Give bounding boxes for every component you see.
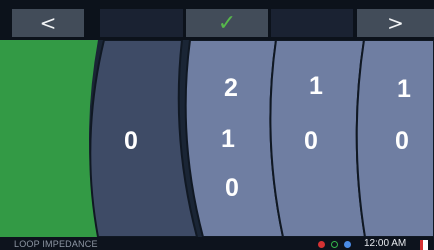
wheel-2-selected-digit: 1 [221, 125, 235, 153]
wheel-3-digit-above: 1 [309, 72, 323, 100]
wheel-4-digit-above: 1 [397, 75, 411, 103]
status-bar: LOOP IMPEDANCE 12:00 AM [0, 237, 434, 250]
next-button[interactable]: > [357, 9, 434, 37]
top-toolbar: < ✓ > [0, 0, 434, 40]
status-red-icon [318, 241, 325, 248]
screen-title: LOOP IMPEDANCE [14, 239, 98, 249]
confirm-button[interactable]: ✓ [186, 9, 268, 37]
wheel-1-selected-digit: 0 [124, 127, 138, 155]
status-green-icon [331, 240, 338, 248]
status-blue-icon [344, 241, 351, 248]
digit-wheel-panel: 0 2 1 0 1 0 1 0 [0, 40, 434, 237]
green-side-panel [0, 40, 98, 237]
checkmark-icon: ✓ [217, 10, 237, 36]
wheel-3-selected-digit: 0 [304, 127, 318, 155]
previous-button[interactable]: < [12, 9, 84, 37]
chevron-right-icon: > [387, 11, 404, 35]
wheel-4-selected-digit: 0 [395, 127, 409, 155]
toolbar-blank-button-right[interactable] [271, 9, 353, 37]
toolbar-blank-button-left[interactable] [100, 9, 183, 37]
clock: 12:00 AM [364, 238, 407, 249]
wheel-2-digit-below: 0 [225, 174, 239, 202]
wheel-2-digit-above: 2 [224, 74, 238, 102]
flag-icon [420, 240, 428, 250]
chevron-left-icon: < [39, 11, 57, 35]
